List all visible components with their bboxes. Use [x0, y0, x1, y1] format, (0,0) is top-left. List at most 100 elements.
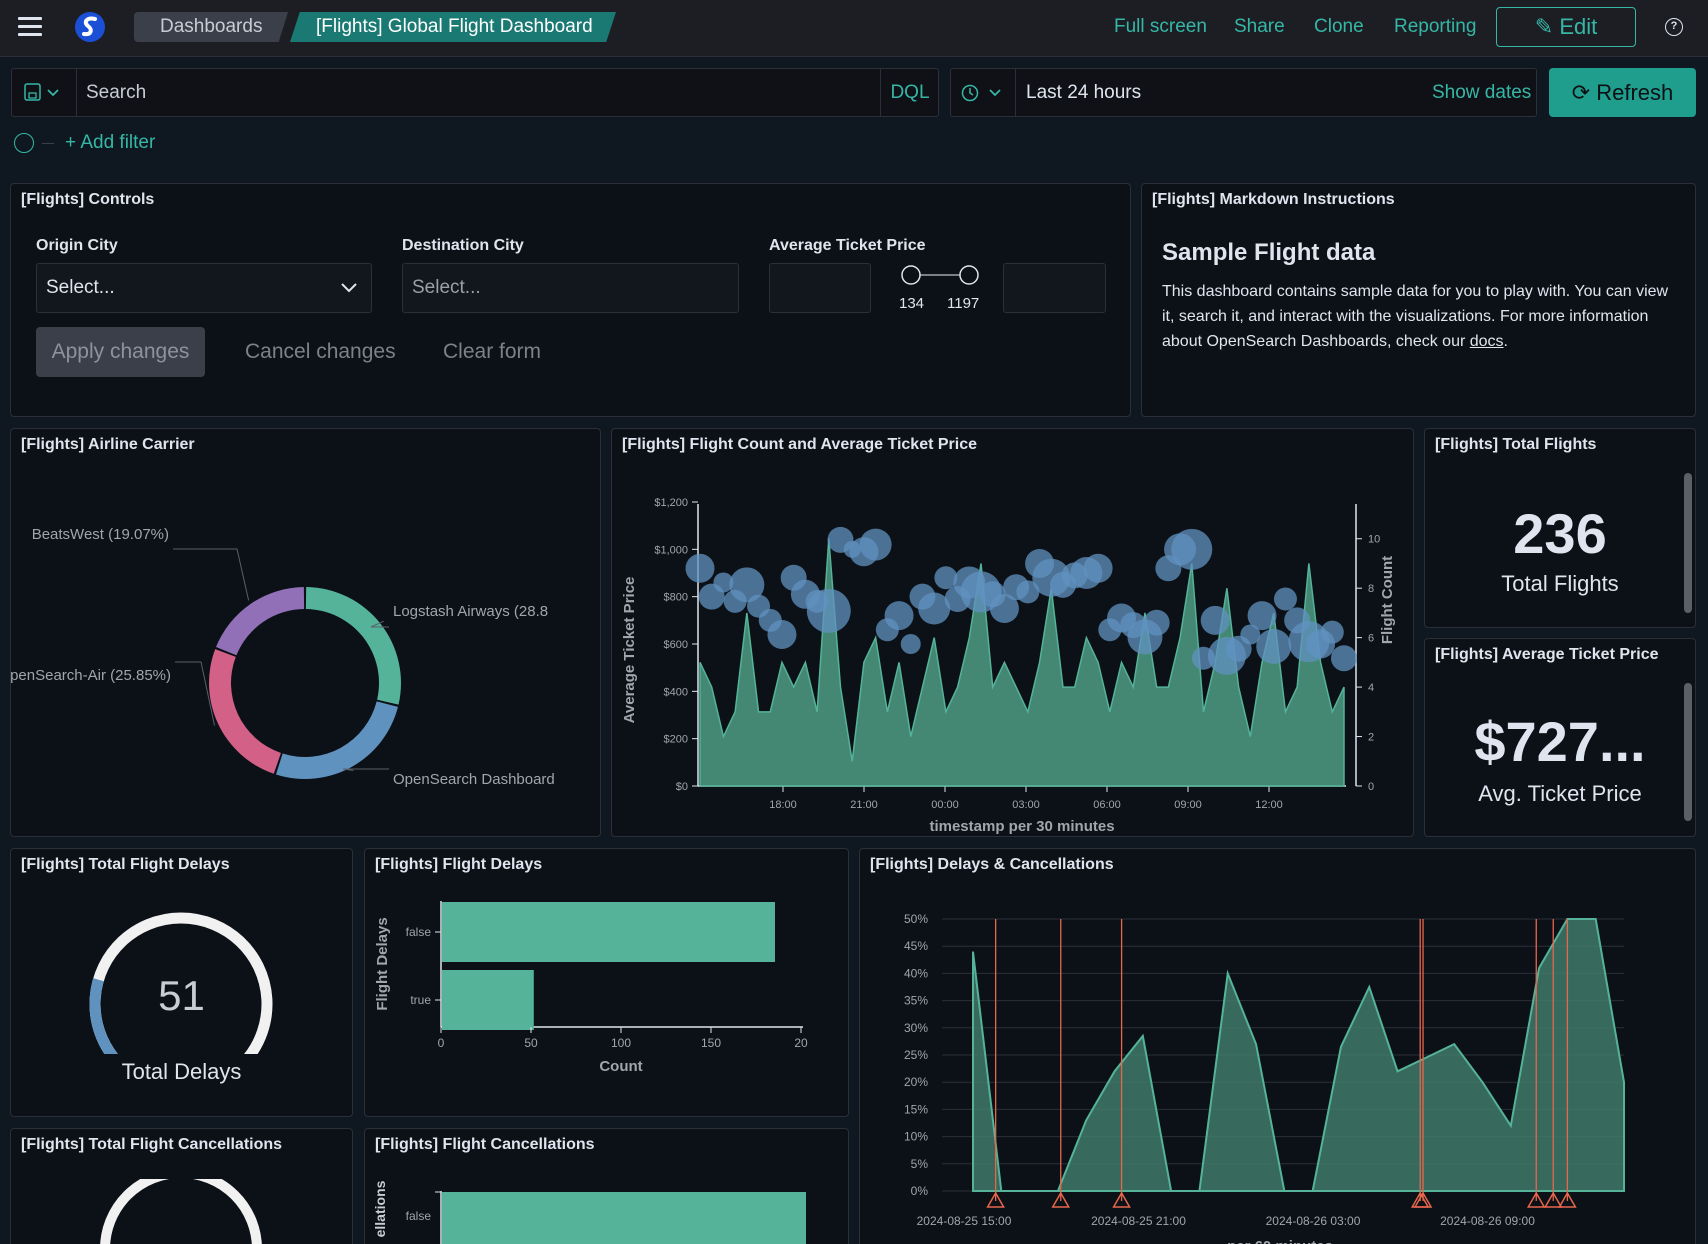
breadcrumb-dashboards[interactable]: Dashboards [134, 12, 288, 42]
help-icon[interactable]: ? [1665, 18, 1683, 36]
panel-title: [Flights] Flight Cancellations [375, 1136, 595, 1153]
panel-title: [Flights] Flight Count and Average Ticke… [622, 436, 978, 453]
save-icon [24, 83, 59, 101]
avg-price-point[interactable] [1256, 628, 1292, 664]
bar-false[interactable] [442, 1192, 806, 1244]
apply-changes-button[interactable]: Apply changes [36, 327, 205, 377]
destination-city-select[interactable]: Select... [402, 263, 739, 313]
y-tick-label: 15% [904, 1102, 928, 1116]
avg-price-point[interactable] [884, 601, 914, 631]
full-screen-link[interactable]: Full screen [1114, 16, 1207, 38]
opensearch-logo-icon[interactable] [73, 8, 107, 46]
price-max-input[interactable] [1003, 263, 1106, 313]
panel-title: [Flights] Average Ticket Price [1435, 646, 1659, 663]
avg-price-point[interactable] [900, 634, 921, 654]
y-tick-label: 20% [904, 1075, 928, 1089]
y2-tick-label: 10 [1368, 534, 1380, 546]
avg-price-point[interactable] [1273, 587, 1297, 611]
x-tick-label: 2024-08-25 21:00 [1091, 1214, 1186, 1228]
x-tick-label: 100 [611, 1036, 631, 1050]
y-axis-label: Flight Delays [374, 917, 391, 1010]
refresh-button[interactable]: ⟳ Refresh [1549, 68, 1696, 117]
y-tick-label: 0% [911, 1184, 929, 1198]
avg-price-point[interactable] [1331, 645, 1357, 672]
bar-false[interactable] [442, 902, 775, 962]
total-delays-value: 51 [158, 972, 205, 1019]
pie-slice-label: penSearch-Air (25.85%) [11, 667, 171, 684]
query-language-button[interactable]: DQL [880, 68, 939, 117]
scrollbar[interactable] [1684, 473, 1692, 613]
avg-price-point[interactable] [1171, 528, 1213, 570]
docs-link[interactable]: docs [1470, 333, 1504, 350]
flight-cancellations-panel: [Flights] Flight Cancellations ellations… [364, 1128, 849, 1244]
avg-price-point[interactable] [1083, 553, 1113, 583]
controls-panel: [Flights] Controls Origin City Select...… [10, 183, 1131, 417]
flight-cancellations-bar-chart[interactable]: ellations false [365, 1169, 848, 1244]
avg-price-point[interactable] [685, 553, 715, 583]
x-axis-label: per 60 minutes [1227, 1238, 1333, 1244]
y-tick-label: 35% [904, 994, 928, 1008]
avg-price-point[interactable] [1200, 605, 1230, 635]
pie-slice[interactable] [216, 587, 305, 656]
x-tick-label: 0 [438, 1036, 445, 1050]
avg-price-point[interactable] [1143, 609, 1170, 636]
pie-slice[interactable] [305, 587, 401, 705]
clone-link[interactable]: Clone [1314, 16, 1364, 38]
slider-max-handle[interactable] [959, 265, 979, 285]
time-range-text[interactable]: Last 24 hours [1026, 82, 1141, 104]
panel-title: [Flights] Flight Delays [375, 856, 543, 873]
flight-delays-bar-chart[interactable]: false true 0 50 100 150 20 Count Flight Delays [365, 879, 848, 1116]
price-min-input[interactable] [769, 263, 871, 313]
bar-true[interactable] [442, 970, 534, 1030]
avg-price-point[interactable] [1320, 620, 1344, 644]
y-tick-label: 40% [904, 966, 928, 980]
clear-form-button[interactable]: Clear form [443, 327, 541, 377]
saved-queries-button[interactable] [11, 68, 77, 117]
x-tick-label: 20 [794, 1036, 808, 1050]
airline-pie-chart[interactable]: Logstash Airways (28.8 OpenSearch Dashboa… [11, 459, 600, 836]
add-filter-button[interactable]: + Add filter [65, 132, 155, 154]
price-range-slider[interactable] [899, 263, 981, 291]
flight-count-price-chart[interactable]: $0 $200 $400 $600 $800 $1,000 $1,200 0 2 4 6 8 10 18:… [612, 459, 1413, 836]
x-tick-label: 06:00 [1093, 799, 1121, 811]
delays-cancellations-chart[interactable]: 0% 5% 10% 15% 20% 25% 30% 35% 40% 45% 50% 2024-08-2… [860, 879, 1695, 1244]
y-tick-label: false [406, 1209, 432, 1223]
avg-price-point[interactable] [859, 528, 892, 561]
edit-button[interactable]: ✎ Edit [1496, 7, 1636, 47]
x-tick-label: 03:00 [1012, 799, 1040, 811]
x-tick-label: 150 [701, 1036, 721, 1050]
y-tick-label: $600 [664, 639, 688, 651]
filter-options-icon[interactable] [14, 133, 34, 153]
avg-price-point[interactable] [767, 620, 797, 650]
refresh-icon: ⟳ [1571, 80, 1591, 105]
origin-city-value: Select... [46, 277, 115, 298]
avg-price-point[interactable] [1247, 601, 1277, 631]
panel-title: [Flights] Total Flight Delays [21, 856, 230, 873]
pie-leader-line [342, 768, 389, 771]
pie-slice[interactable] [209, 649, 281, 774]
origin-city-select[interactable]: Select... [36, 263, 372, 313]
search-input[interactable]: Search [86, 82, 146, 104]
delays-cancellations-panel: [Flights] Delays & Cancellations 0% 5% 10%… [859, 848, 1696, 1244]
menu-icon[interactable] [18, 17, 42, 37]
markdown-body-text: This dashboard contains sample data for … [1162, 283, 1669, 350]
slider-max-value: 1197 [947, 295, 980, 312]
y-tick-label: 25% [904, 1048, 928, 1062]
pie-leader-line [173, 548, 250, 601]
share-link[interactable]: Share [1234, 16, 1285, 38]
pie-slice[interactable] [275, 701, 398, 779]
x-tick-label: 09:00 [1174, 799, 1202, 811]
reporting-link[interactable]: Reporting [1394, 16, 1476, 38]
average-ticket-price-value: $727... [1474, 710, 1646, 773]
cancel-changes-button[interactable]: Cancel changes [245, 327, 396, 377]
avg-price-point[interactable] [806, 588, 851, 633]
destination-city-value: Select... [412, 277, 481, 298]
quick-time-menu-button[interactable] [950, 68, 1016, 117]
y2-tick-label: 2 [1368, 732, 1374, 744]
show-dates-link[interactable]: Show dates [1432, 82, 1531, 104]
scrollbar[interactable] [1684, 683, 1692, 821]
slider-min-handle[interactable] [901, 265, 921, 285]
chevron-down-icon [341, 283, 357, 293]
cancellations-gauge [100, 1179, 262, 1244]
filter-divider [42, 143, 54, 144]
